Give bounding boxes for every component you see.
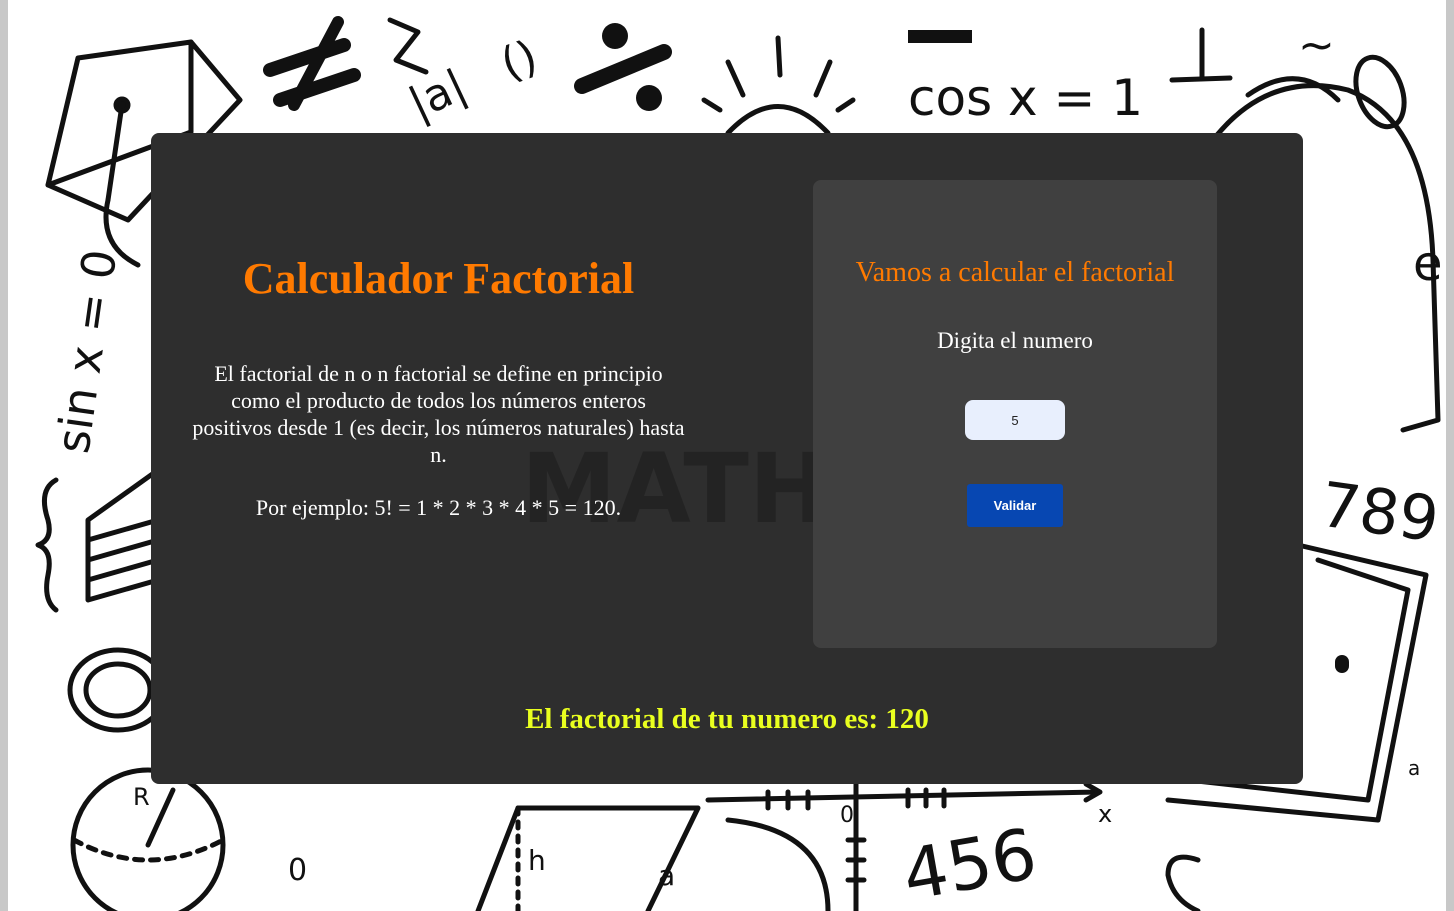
svg-text:R: R	[133, 783, 150, 811]
svg-text:0: 0	[840, 803, 854, 828]
svg-text:sin x = 0: sin x = 0	[45, 246, 127, 456]
number-input-label: Digita el numero	[937, 328, 1093, 353]
svg-text:a: a	[1408, 756, 1420, 780]
factorial-example: Por ejemplo: 5! = 1 * 2 * 3 * 4 * 5 = 12…	[255, 494, 622, 520]
main-card: MATH Calculador Factorial El factorial d…	[151, 133, 1303, 784]
doodle-cos-text: cos x = 1	[908, 69, 1143, 127]
factorial-description: El factorial de n o n factorial se defin…	[192, 360, 685, 467]
validate-button[interactable]: Validar	[967, 484, 1063, 527]
number-input[interactable]	[965, 400, 1065, 440]
calculator-panel: Vamos a calcular el factorial Digita el …	[813, 180, 1217, 648]
svg-text:|a|: |a|	[401, 60, 474, 130]
svg-text:0: 0	[288, 853, 307, 888]
intro-section: Calculador Factorial El factorial de n o…	[181, 253, 696, 521]
svg-text:h: h	[528, 844, 546, 877]
page-title: Calculador Factorial	[242, 254, 635, 303]
svg-text:789: 789	[1316, 468, 1443, 557]
svg-text:x: x	[1098, 800, 1112, 828]
svg-text:a: a	[658, 859, 675, 892]
calculator-title: Vamos a calcular el factorial	[855, 257, 1175, 288]
svg-text:(): ()	[494, 31, 544, 91]
factorial-result: El factorial de tu numero es: 120	[525, 703, 929, 735]
svg-text:e: e	[1413, 236, 1443, 292]
svg-text:456: 456	[897, 813, 1043, 911]
svg-text:~: ~	[1298, 20, 1335, 71]
